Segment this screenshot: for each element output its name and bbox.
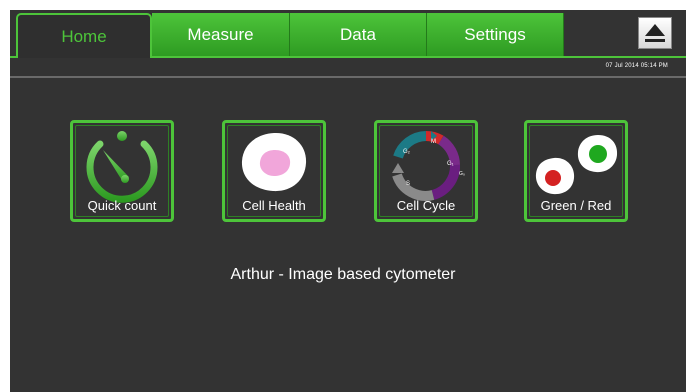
header-divider — [10, 76, 686, 78]
phase-label-g2: G₂ — [403, 149, 411, 155]
datetime: 07 Jul 2014 05:14 PM — [605, 63, 668, 69]
app-screen: Home Measure Data Settings 07 Jul 2014 0… — [10, 10, 686, 392]
tile-label: Cell Cycle — [396, 198, 456, 213]
quick-count-tile[interactable]: Quick count — [70, 120, 174, 222]
tile-label: Cell Health — [242, 198, 306, 213]
tab-settings[interactable]: Settings — [427, 13, 564, 56]
tab-home[interactable]: Home — [16, 13, 152, 58]
cell-health-tile[interactable]: Cell Health — [222, 120, 326, 222]
tile-label: Quick count — [87, 198, 157, 213]
cell-cycle-tile[interactable]: G₂ M G₁ G₀ S Cell Cycle — [374, 120, 478, 222]
eject-button[interactable] — [638, 17, 672, 49]
phase-label-m: M — [431, 139, 436, 145]
tab-measure[interactable]: Measure — [152, 13, 290, 56]
green-red-tile[interactable]: Green / Red — [524, 120, 628, 222]
phase-label-s: S — [406, 181, 410, 187]
tile-label: Green / Red — [540, 198, 612, 213]
app-subtitle: Arthur - Image based cytometer — [230, 266, 456, 283]
phase-label-g0: G₀ — [459, 171, 465, 177]
eject-icon — [645, 24, 665, 42]
tab-data[interactable]: Data — [290, 13, 427, 56]
phase-label-g1: G₁ — [447, 161, 454, 167]
tab-bar: Home Measure Data Settings — [10, 10, 686, 58]
